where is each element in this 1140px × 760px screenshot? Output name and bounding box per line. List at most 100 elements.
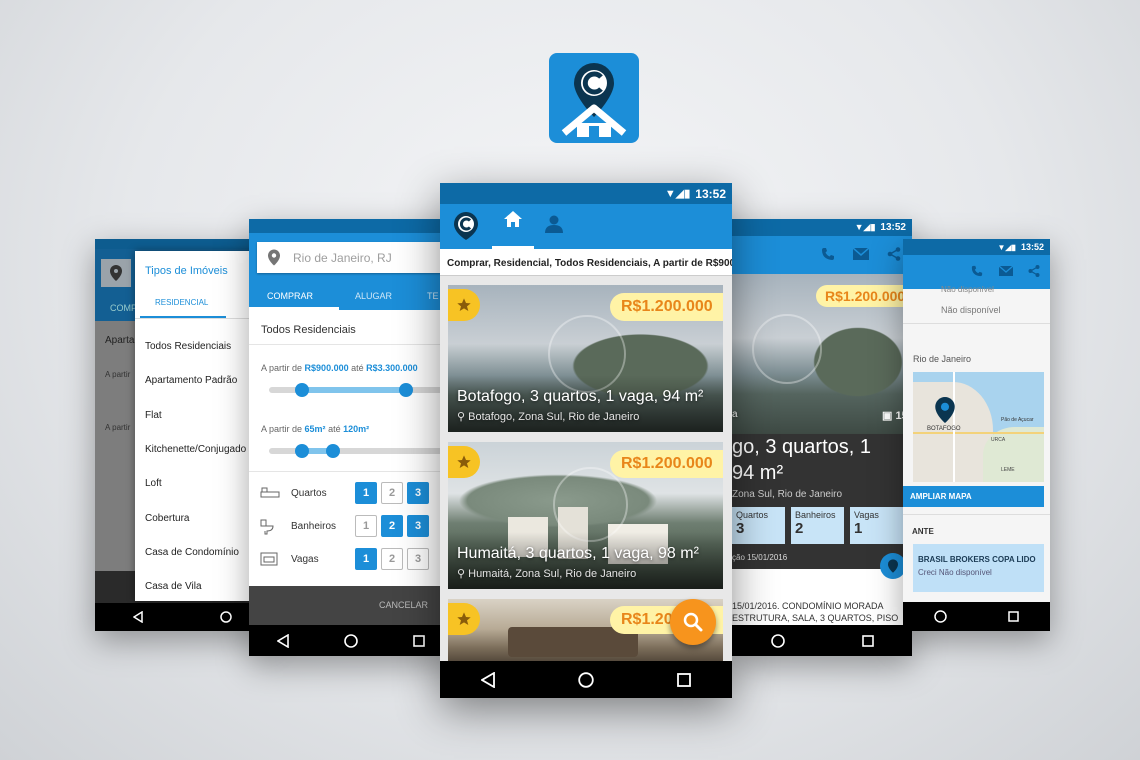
counter-option[interactable]: 2 [381,548,403,570]
counter-option[interactable]: 3 [407,482,429,504]
stat-label: Quartos [736,510,769,520]
nav-bar [249,625,452,656]
counter-row: Quartos 1 2 3 [249,481,452,507]
home-icon[interactable] [343,633,358,648]
search-icon [683,612,703,632]
favorite-star-icon[interactable] [448,289,480,321]
phone-map-broker: ▼◢▮ 13:52 Não disponível Não disponível R… [903,239,1050,631]
area-min-handle[interactable] [294,444,309,458]
search-fab[interactable] [670,599,716,645]
type-selector[interactable]: Todos Residenciais [261,324,356,336]
cancel-button[interactable]: CANCELAR [379,600,428,610]
counter-option[interactable]: 2 [381,482,403,504]
phone-listing-results: ▼◢▮ 13:52 Comprar, Residencial, Todos Res… [440,183,732,698]
type-option[interactable]: Todos Residenciais [145,341,231,352]
stat-label: Banheiros [795,510,836,520]
favorite-star-icon[interactable] [448,446,480,478]
listing-location: ⚲ Botafogo, Zona Sul, Rio de Janeiro [457,411,640,423]
location-map[interactable]: BOTAFOGO Pão de Açucar URCA LEME [913,372,1044,482]
type-option[interactable]: Flat [145,410,162,421]
type-option[interactable]: Cobertura [145,513,189,524]
price-range-label: A partir de R$900.000 até R$3.300.000 [261,363,418,373]
nav-bar [732,625,912,656]
share-icon[interactable] [1028,265,1040,277]
type-option[interactable]: Apartamento Padrão [145,375,237,386]
map-label: BOTAFOGO [927,426,961,432]
phone-search-filters: Rio de Janeiro, RJ COMPRAR ALUGAR TE Tod… [249,219,452,656]
stat-value: 1 [854,520,863,537]
filter-summary[interactable]: Comprar, Residencial, Todos Residenciais… [447,258,732,269]
photo-caption: a [732,409,738,420]
stat-value: 3 [736,520,745,537]
counter-option[interactable]: 3 [407,548,429,570]
map-pin-icon [935,397,955,428]
recents-icon[interactable] [676,672,691,687]
favorite-star-icon[interactable] [448,603,480,635]
map-pin-icon [268,249,280,266]
counter-option[interactable]: 2 [381,515,403,537]
nav-bar [440,661,732,698]
type-option[interactable]: Kitchenette/Conjugado [145,444,246,455]
map-label: LEME [1001,467,1015,473]
tab-alugar[interactable]: ALUGAR [355,291,392,301]
tab-residencial[interactable]: RESIDENCIAL [155,298,208,307]
map-label: Pão de Açucar [1001,417,1034,423]
section-title: ANTE [912,527,934,536]
recents-icon[interactable] [412,634,425,647]
type-option[interactable]: Loft [145,478,162,489]
recents-icon[interactable] [1008,611,1019,622]
counter-row: Vagas 1 2 3 [249,547,452,573]
email-icon[interactable] [999,266,1013,276]
phone-icon[interactable] [971,265,983,277]
counter-option[interactable]: 1 [355,548,377,570]
nav-bar [903,602,1050,631]
stat-value: 2 [795,520,804,537]
back-icon[interactable] [481,671,496,688]
phone-icon[interactable] [821,247,835,261]
broker-card[interactable]: BRASIL BROKERS COPA LIDO Creci Não dispo… [913,544,1044,592]
type-option[interactable]: Casa de Vila [145,581,202,592]
counter-option[interactable]: 1 [355,482,377,504]
listing-title: Humaitá, 3 quartos, 1 vaga, 98 m² [457,545,699,562]
tab-temporada[interactable]: TE [427,291,439,301]
counter-row: Banheiros 1 2 3 [249,514,452,540]
app-logo-icon [453,211,479,246]
car-icon [260,552,278,571]
broker-creci: Creci Não disponível [918,568,992,577]
home-icon[interactable] [578,671,594,688]
back-icon[interactable] [276,633,289,648]
listing-description: 15/01/2016. CONDOMÍNIO MORADA ESTRUTURA,… [732,601,899,623]
stat-box: Banheiros 2 [791,507,844,544]
map-pin-icon: ⚲ [457,568,466,580]
nav-bar [95,603,270,631]
counter-option[interactable]: 3 [407,515,429,537]
tab-comprar[interactable]: COMPRAR [267,291,313,301]
home-icon[interactable] [934,610,947,623]
counter-option[interactable]: 1 [355,515,377,537]
stat-box: Vagas 1 [850,507,903,544]
type-option[interactable]: Casa de Condomínio [145,547,239,558]
search-input[interactable]: Rio de Janeiro, RJ [257,242,452,273]
listing-title: Botafogo, 3 quartos, 1 vaga, 94 m² [457,388,704,405]
email-icon[interactable] [853,248,869,260]
price-max-handle[interactable] [399,383,414,397]
home-icon[interactable] [220,611,232,623]
listing-title: go, 3 quartos, 1 94 m² [732,436,871,484]
counter-label: Banheiros [291,521,337,532]
home-icon[interactable] [770,633,785,648]
row-label: A partir [105,423,131,432]
tab-home[interactable] [492,211,534,247]
phone-type-dialog: COMPR Apartam A partir A partir Tipos de… [95,239,270,631]
tab-profile[interactable] [545,215,563,238]
share-icon[interactable] [887,247,901,261]
toilet-icon [260,519,274,540]
recents-icon[interactable] [861,634,874,647]
phone-listing-detail: ▼◢▮ 13:52 R$1.200.000 a ▣ 15 go, 3 quarto… [732,219,912,656]
expand-map-button[interactable]: AMPLIAR MAPA [903,486,1044,507]
home-icon [504,211,522,227]
back-icon[interactable] [133,611,143,623]
price-min-handle[interactable] [294,383,309,397]
price-badge: R$1.200.000 [610,450,723,478]
published-date: ção 15/01/2016 [732,553,788,562]
area-max-handle[interactable] [326,444,341,458]
